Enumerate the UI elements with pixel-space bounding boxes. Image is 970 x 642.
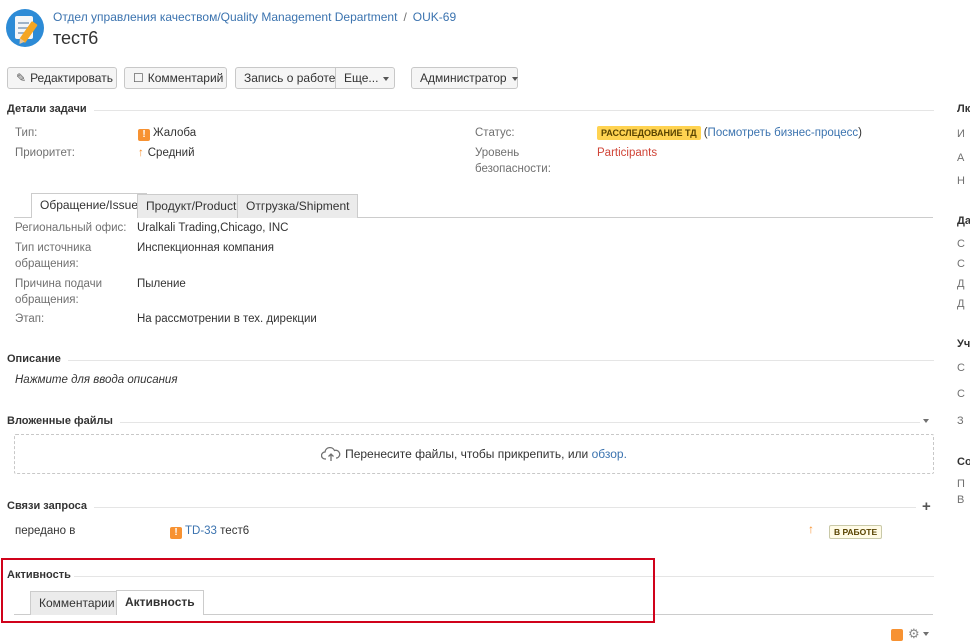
sidebar-label: Д [957,278,965,290]
cloud-upload-icon [320,439,341,477]
add-link-icon[interactable]: + [922,499,931,515]
breadcrumb-separator: / [403,10,407,24]
issue-type-icon: ! [170,527,182,539]
sidebar-label: И [957,128,965,140]
status-value: РАССЛЕДОВАНИЕ ТД (Посмотреть бизнес-проце… [597,125,862,141]
office-value[interactable]: Uralkali Trading,Chicago, INC [137,220,288,236]
comment-button[interactable]: ☐ Комментарий [124,67,227,89]
reason-value[interactable]: Пыление [137,276,186,292]
more-dropdown-button[interactable]: Еще... [336,67,395,89]
priority-label: Приоритет: [15,147,75,159]
linked-issue[interactable]: ! TD-33 тест6 [170,523,249,539]
pencil-icon: ✎ [16,71,27,85]
sidebar-label: А [957,152,965,164]
attachments-options-icon[interactable] [923,419,929,423]
people-heading: Лк [957,103,970,115]
edit-button[interactable]: ✎ Редактировать [7,67,117,89]
sidebar-label: С [957,362,965,374]
view-workflow-link[interactable]: Посмотреть бизнес-процесс [708,127,859,139]
sidebar-label: С [957,238,965,250]
priority-value[interactable]: ↑ Средний [138,145,195,161]
tab-product[interactable]: Продукт/Product [137,194,246,218]
office-label: Региональный офис: [15,222,127,234]
security-value[interactable]: Participants [597,145,657,161]
type-label: Тип: [15,127,38,139]
description-field[interactable]: Нажмите для ввода описания [15,372,177,388]
status-lozenge[interactable]: РАССЛЕДОВАНИЕ ТД [597,126,701,140]
comment-icon: ☐ [133,71,144,85]
admin-dropdown-button[interactable]: Администратор [411,67,518,89]
issue-title[interactable]: тест6 [53,28,98,49]
stage-label: Этап: [15,313,45,325]
attachment-drop-zone[interactable]: Перенесите файлы, чтобы прикрепить, или … [14,434,934,474]
breadcrumb-project-link[interactable]: Отдел управления качеством/Quality Manag… [53,10,397,24]
source-value[interactable]: Инспекционная компания [137,240,274,256]
sidebar-label: С [957,258,965,270]
chevron-down-icon [383,76,390,81]
sidebar-label: З [957,415,964,427]
time-tracking-heading: Уч [957,338,970,350]
source-label: Тип источника обращения: [15,242,92,270]
rss-icon[interactable] [891,629,903,641]
dates-heading: Да [957,215,970,227]
breadcrumb-issue-key[interactable]: OUK-69 [413,10,456,24]
tab-issue[interactable]: Обращение/Issue [31,193,147,218]
arrow-up-icon: ↑ [138,147,144,159]
linked-issue-key[interactable]: TD-33 [185,525,217,537]
project-avatar[interactable] [6,9,44,47]
chevron-down-icon [511,76,518,81]
issue-type-icon: ! [138,129,150,141]
link-relation-label: передано в [15,525,76,537]
section-divider [120,422,920,423]
breadcrumb: Отдел управления качеством/Quality Manag… [53,10,456,24]
sidebar-label: Н [957,175,965,187]
highlight-box [1,558,655,623]
section-divider [94,507,916,508]
agile-heading: Со [957,456,970,468]
security-label: Уровень безопасности: [475,147,551,175]
chevron-down-icon[interactable] [923,632,929,636]
links-heading: Связи запроса [7,500,88,512]
tab-shipment[interactable]: Отгрузка/Shipment [237,194,359,218]
description-heading: Описание [7,353,61,365]
attachments-heading: Вложенные файлы [7,415,113,427]
sidebar-label: С [957,388,965,400]
section-divider [94,110,934,111]
log-work-button[interactable]: Запись о работе [235,67,336,89]
browse-link[interactable]: обзор. [592,447,627,461]
sidebar-label: П [957,478,965,490]
section-divider [68,360,934,361]
arrow-up-icon: ↑ [808,522,814,536]
linked-issue-status: В РАБОТЕ [829,524,883,539]
type-value[interactable]: ! Жалоба [138,125,196,141]
sidebar-label: Д [957,298,965,310]
details-heading: Детали задачи [7,103,87,115]
sidebar-label: В [957,494,965,506]
right-sidebar: Лк И А Н Да С С Д Д Уч С С З Со П В [950,0,970,640]
reason-label: Причина подачи обращения: [15,278,103,306]
status-label: Статус: [475,127,515,139]
stage-value[interactable]: На рассмотрении в тех. дирекции [137,311,317,327]
